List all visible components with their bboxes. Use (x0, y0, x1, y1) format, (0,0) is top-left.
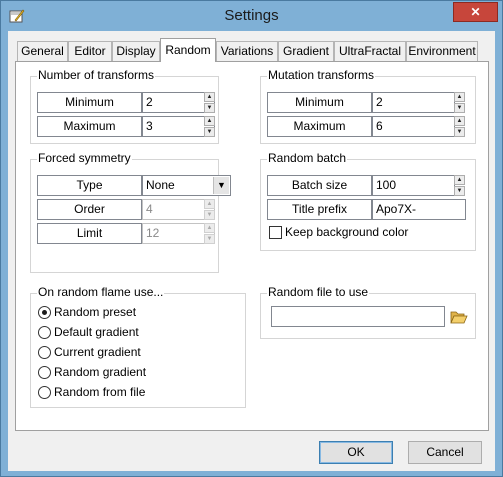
spin-down-icon[interactable]: ▼ (454, 186, 465, 196)
batch-size-spinner[interactable]: ▲ ▼ (454, 175, 465, 196)
spin-down-icon[interactable]: ▼ (204, 127, 215, 137)
transforms-minimum-label: Minimum (37, 92, 142, 113)
random-file-title: Random file to use (267, 285, 370, 299)
mutation-transforms-title: Mutation transforms (267, 68, 376, 82)
mutation-minimum-input[interactable]: 2 (372, 92, 455, 113)
random-gradient-label: Random gradient (54, 365, 147, 379)
title-bar[interactable]: Settings ✕ (1, 1, 502, 31)
spin-down-icon[interactable]: ▼ (454, 103, 465, 113)
spin-up-icon[interactable]: ▲ (204, 92, 215, 102)
on-random-flame-group: On random flame use... Random preset Def… (30, 285, 246, 408)
current-gradient-radio[interactable] (38, 346, 51, 359)
tab-gradient[interactable]: Gradient (278, 41, 334, 61)
spin-down-icon: ▼ (204, 234, 215, 244)
keep-background-label: Keep background color (285, 225, 409, 239)
spin-down-icon[interactable]: ▼ (454, 127, 465, 137)
dialog-client-area: General Editor Display Random Variations… (8, 31, 495, 471)
random-batch-group: Random batch Batch size 100 ▲ ▼ Title pr… (260, 151, 476, 251)
spin-up-icon[interactable]: ▲ (454, 116, 465, 126)
batch-size-label: Batch size (267, 175, 372, 196)
symmetry-type-value: None (146, 178, 175, 192)
keep-background-checkbox[interactable] (269, 226, 282, 239)
random-file-input[interactable] (271, 306, 445, 327)
random-batch-title: Random batch (267, 151, 348, 165)
symmetry-limit-spinner: ▲ ▼ (204, 223, 215, 244)
mutation-minimum-spinner[interactable]: ▲ ▼ (454, 92, 465, 113)
spin-up-icon[interactable]: ▲ (454, 92, 465, 102)
tab-ultrafractal[interactable]: UltraFractal (334, 41, 406, 61)
close-icon: ✕ (470, 5, 481, 19)
random-preset-radio[interactable] (38, 306, 51, 319)
symmetry-limit-label: Limit (37, 223, 142, 244)
symmetry-type-select[interactable]: None ▼ (142, 175, 231, 196)
spin-up-icon[interactable]: ▲ (204, 116, 215, 126)
mutation-maximum-spinner[interactable]: ▲ ▼ (454, 116, 465, 137)
symmetry-type-label: Type (37, 175, 142, 196)
spin-up-icon: ▲ (204, 199, 215, 209)
ok-button[interactable]: OK (319, 441, 393, 464)
settings-window: Settings ✕ General Editor Display Random… (0, 0, 503, 477)
spin-down-icon: ▼ (204, 210, 215, 220)
tab-editor[interactable]: Editor (68, 41, 112, 61)
number-of-transforms-title: Number of transforms (37, 68, 156, 82)
folder-open-icon[interactable] (450, 309, 468, 325)
transforms-minimum-spinner[interactable]: ▲ ▼ (204, 92, 215, 113)
tab-random[interactable]: Random (160, 38, 216, 62)
symmetry-order-spinner: ▲ ▼ (204, 199, 215, 220)
mutation-maximum-input[interactable]: 6 (372, 116, 455, 137)
random-from-file-radio[interactable] (38, 386, 51, 399)
random-file-group: Random file to use (260, 285, 476, 339)
tab-general[interactable]: General (17, 41, 68, 61)
tab-variations[interactable]: Variations (216, 41, 278, 61)
forced-symmetry-group: Forced symmetry Type None ▼ Order 4 ▲ ▼ … (30, 151, 231, 273)
current-gradient-label: Current gradient (54, 345, 141, 359)
tab-display[interactable]: Display (112, 41, 160, 61)
random-tab-panel: Number of transforms Minimum 2 ▲ ▼ Maxim… (15, 61, 489, 431)
mutation-transforms-group: Mutation transforms Minimum 2 ▲ ▼ Maximu… (260, 68, 476, 144)
title-prefix-input[interactable]: Apo7X- (372, 199, 466, 220)
spin-down-icon[interactable]: ▼ (204, 103, 215, 113)
random-from-file-label: Random from file (54, 385, 146, 399)
default-gradient-radio[interactable] (38, 326, 51, 339)
spin-up-icon[interactable]: ▲ (454, 175, 465, 185)
cancel-button[interactable]: Cancel (408, 441, 482, 464)
close-button[interactable]: ✕ (453, 2, 498, 22)
number-of-transforms-group: Number of transforms Minimum 2 ▲ ▼ Maxim… (30, 68, 219, 144)
on-random-flame-title: On random flame use... (37, 285, 165, 299)
mutation-minimum-label: Minimum (267, 92, 372, 113)
forced-symmetry-title: Forced symmetry (37, 151, 132, 165)
title-prefix-label: Title prefix (267, 199, 372, 220)
spin-up-icon: ▲ (204, 223, 215, 233)
transforms-maximum-label: Maximum (37, 116, 142, 137)
symmetry-order-label: Order (37, 199, 142, 220)
default-gradient-label: Default gradient (54, 325, 139, 339)
batch-size-input[interactable]: 100 (372, 175, 455, 196)
mutation-maximum-label: Maximum (267, 116, 372, 137)
transforms-maximum-spinner[interactable]: ▲ ▼ (204, 116, 215, 137)
window-title: Settings (224, 7, 279, 24)
tab-environment[interactable]: Environment (406, 41, 478, 61)
random-preset-label: Random preset (54, 305, 137, 319)
random-gradient-radio[interactable] (38, 366, 51, 379)
chevron-down-icon[interactable]: ▼ (213, 177, 229, 194)
